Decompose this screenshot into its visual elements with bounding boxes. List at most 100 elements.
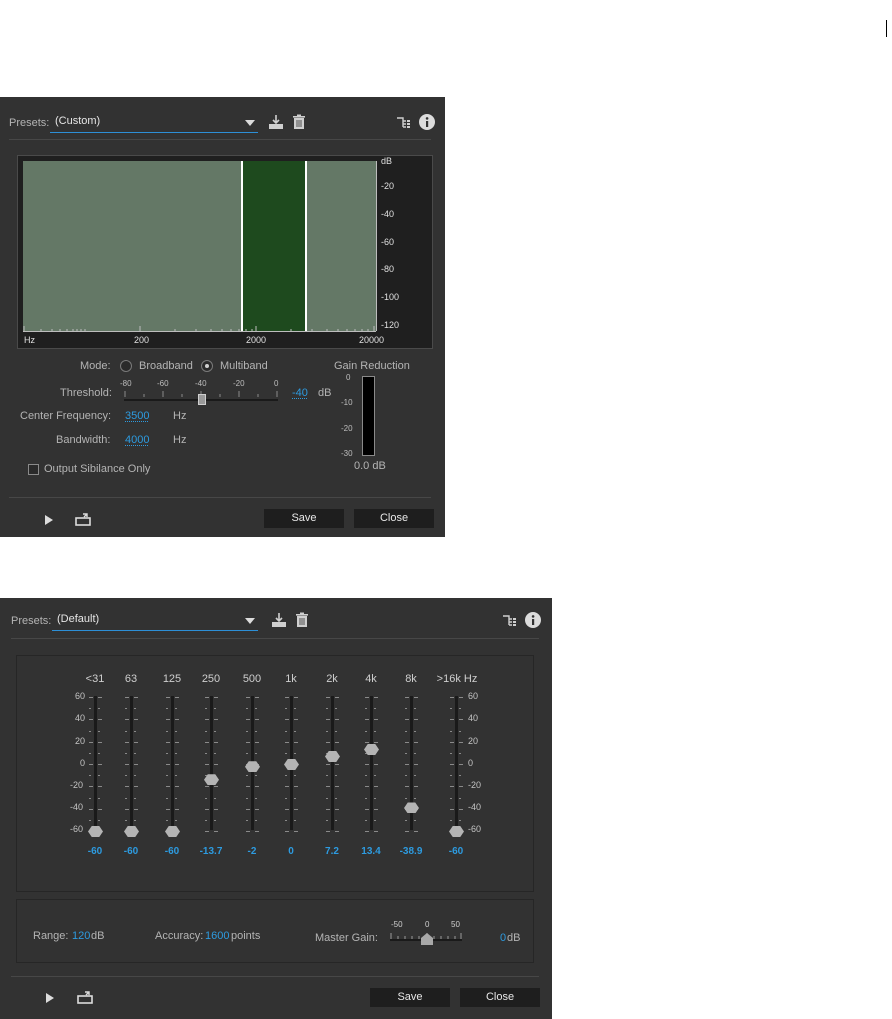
band-low-edge[interactable] [241,161,243,331]
band-gain-value[interactable]: -60 [152,846,192,857]
band-gain-value[interactable]: -60 [111,846,151,857]
band-scale-tick [255,831,259,832]
band-slider-track[interactable] [331,696,334,830]
mode-broadband-radio[interactable] [120,360,132,372]
band-scale-tick [294,819,296,821]
band-scale-tick [246,697,250,698]
band-scale-tick [405,831,409,832]
band-scale-tick [459,819,461,821]
band-gain-value[interactable]: 7.2 [312,846,352,857]
band-scale-tick [450,764,454,765]
band-scale-tick [285,786,289,788]
band-frequency-label: 8k [405,673,417,685]
mode-multiband-label[interactable]: Multiband [220,360,268,372]
band-high-edge[interactable] [305,161,307,331]
master-gain-value[interactable]: 0 [500,932,506,944]
delete-preset-icon[interactable] [291,114,307,130]
scale-label-left: -40 [70,802,84,812]
band-scale-tick [166,775,168,777]
info-icon[interactable] [525,612,541,628]
band-slider-track[interactable] [370,696,373,830]
mode-multiband-radio[interactable] [201,360,213,372]
loop-icon[interactable] [75,513,91,526]
band-gain-value[interactable]: 0 [271,846,311,857]
frequency-spectrum[interactable]: dB -20 -40 -60 -80 -100 -120 Hz 200 2000… [17,155,433,349]
save-button[interactable]: Save [370,988,450,1007]
range-value[interactable]: 120 [72,930,90,942]
output-sibilance-checkbox[interactable] [28,464,39,475]
close-button[interactable]: Close [460,988,540,1007]
band-slider-knob[interactable] [449,826,464,837]
band-gain-value[interactable]: -38.9 [391,846,431,857]
close-button[interactable]: Close [354,509,434,528]
band-gain-value[interactable]: -2 [232,846,272,857]
save-preset-icon[interactable] [271,612,287,628]
gain-reduction-meter [362,376,375,456]
save-button[interactable]: Save [264,509,344,528]
gain-reduction-scale-tick: -10 [341,398,353,407]
band-scale-tick [459,697,463,698]
routing-icon[interactable] [502,613,518,629]
accuracy-label: Accuracy: [155,930,204,942]
mode-broadband-label[interactable]: Broadband [139,360,193,372]
band-scale-tick [365,708,367,710]
band-scale-tick [365,719,369,721]
threshold-scale-tick: -20 [233,379,245,388]
band-frequency-label: >16k Hz [436,673,478,685]
bandwidth-unit: Hz [173,434,187,446]
band-slider-track[interactable] [94,696,97,830]
delete-preset-icon[interactable] [294,612,310,628]
band-scale-tick [246,797,248,799]
center-frequency-label: Center Frequency: [20,410,112,422]
play-icon[interactable] [45,993,55,1003]
band-scale-tick [246,786,250,788]
band-slider-track[interactable] [171,696,174,830]
band-scale-tick [214,741,218,743]
preset-dropdown[interactable]: (Custom) [50,114,258,133]
band-scale-tick [89,764,93,765]
band-scale-tick [205,808,209,810]
save-preset-icon[interactable] [268,114,284,130]
band-slider-knob[interactable] [88,826,103,837]
band-gain-value[interactable]: 13.4 [351,846,391,857]
accuracy-unit: points [231,930,261,942]
band-scale-tick [326,808,330,810]
band-scale-tick [459,730,461,732]
band-frequency-label: 1k [285,673,297,685]
band-scale-tick [89,786,93,788]
band-slider-knob[interactable] [165,826,180,837]
threshold-slider-thumb[interactable] [198,394,206,405]
band-scale-tick [450,786,454,788]
band-scale-tick [214,697,218,698]
band-scale-tick [205,797,207,799]
preset-dropdown[interactable]: (Default) [52,612,258,631]
band-scale-tick [326,697,330,698]
play-icon[interactable] [44,515,54,525]
band-gain-value[interactable]: -60 [436,846,476,857]
band-scale-tick [175,775,177,777]
band-slider-knob[interactable] [404,802,419,814]
threshold-value[interactable]: -40 [292,387,308,399]
band-slider-track[interactable] [130,696,133,830]
band-slider-track[interactable] [455,696,458,830]
band-gain-value[interactable]: -60 [75,846,115,857]
band-scale-tick [414,831,418,832]
band-scale-tick [89,775,91,777]
band-gain-value[interactable]: -13.7 [191,846,231,857]
band-scale-tick [294,730,296,732]
band-scale-tick [98,697,102,698]
master-gain-slider-thumb[interactable] [421,933,433,945]
accuracy-value[interactable]: 1600 [205,930,229,942]
band-slider-knob[interactable] [245,761,260,773]
routing-icon[interactable] [396,115,412,131]
band-scale-tick [294,797,296,799]
info-icon[interactable] [419,114,435,130]
band-slider-knob[interactable] [284,759,299,770]
bandwidth-value[interactable]: 4000 [125,434,149,446]
band-scale-tick [326,819,328,821]
loop-icon[interactable] [77,991,93,1004]
output-sibilance-label[interactable]: Output Sibilance Only [44,463,150,475]
band-slider-knob[interactable] [124,826,139,837]
center-frequency-value[interactable]: 3500 [125,410,149,422]
band-slider-track[interactable] [210,696,213,830]
